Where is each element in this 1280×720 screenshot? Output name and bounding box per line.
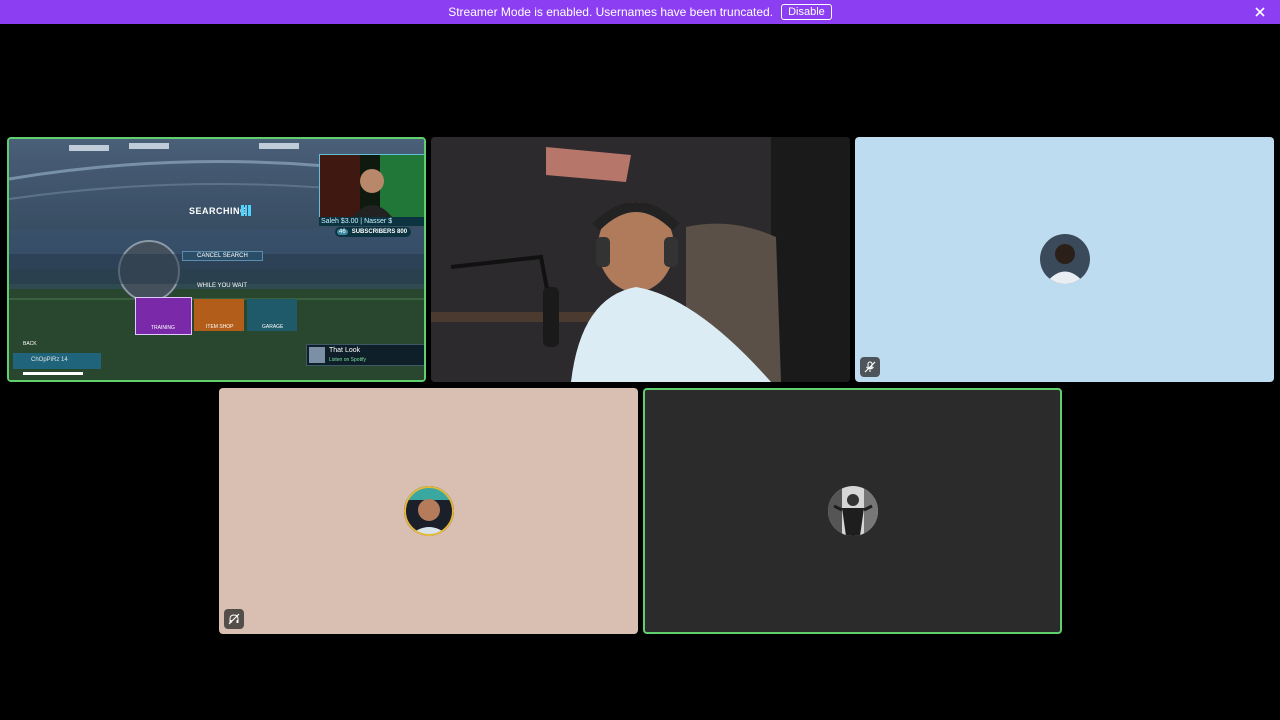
now-playing-widget: That Look Listen on Spotify xyxy=(306,344,424,366)
while-you-wait-label: WHILE YOU WAIT xyxy=(197,283,248,289)
menu-garage-label: GARAGE xyxy=(262,324,284,330)
menu-training-label: TRAINING xyxy=(151,325,175,331)
song-source: Listen on Spotify xyxy=(329,357,366,363)
player-name: ChOpPiRz 14 xyxy=(31,357,68,363)
participant-tile-dark[interactable] xyxy=(643,388,1062,634)
participant-avatar xyxy=(404,486,454,536)
game-menu-garage: GARAGE xyxy=(247,299,297,331)
subscribers-bar: 46 SUBSCRIBERS 800 xyxy=(335,227,411,237)
menu-item-shop-label: ITEM SHOP xyxy=(206,324,234,330)
participant-tile-blue[interactable] xyxy=(855,137,1274,382)
mic-muted-icon xyxy=(860,357,880,377)
game-menu-item-shop: ITEM SHOP xyxy=(194,299,244,331)
player-xp-bar xyxy=(23,372,83,375)
subscribers-badge: 46 xyxy=(337,229,348,235)
participant-tile-beige[interactable] xyxy=(219,388,638,634)
search-status: SEARCHING xyxy=(189,206,248,216)
camera-feed-tile[interactable] xyxy=(431,137,850,382)
donation-ticker: Saleh $3.00 | Nasser $ xyxy=(319,217,424,226)
camera-scene xyxy=(431,137,850,382)
subscribers-label: SUBSCRIBERS 800 xyxy=(351,229,408,235)
participant-avatar xyxy=(828,486,878,536)
cancel-search-button: CANCEL SEARCH xyxy=(182,251,263,261)
close-banner-icon[interactable] xyxy=(1252,4,1268,20)
disable-streamer-mode-button[interactable]: Disable xyxy=(781,4,832,20)
streamer-mode-banner: Streamer Mode is enabled. Usernames have… xyxy=(0,0,1280,24)
screen-share-tile[interactable]: Saleh $3.00 | Nasser $ 46 SUBSCRIBERS 80… xyxy=(7,137,426,382)
back-label: BACK xyxy=(23,341,37,347)
player-card: ChOpPiRz 14 xyxy=(13,353,101,369)
game-menu-training: TRAINING xyxy=(135,297,192,335)
streamer-mode-message: Streamer Mode is enabled. Usernames have… xyxy=(448,5,774,19)
deafened-icon xyxy=(224,609,244,629)
facecam-overlay xyxy=(319,154,424,218)
participant-avatar xyxy=(1040,234,1090,284)
song-title: That Look xyxy=(329,347,361,354)
search-progress-icon xyxy=(241,205,252,216)
